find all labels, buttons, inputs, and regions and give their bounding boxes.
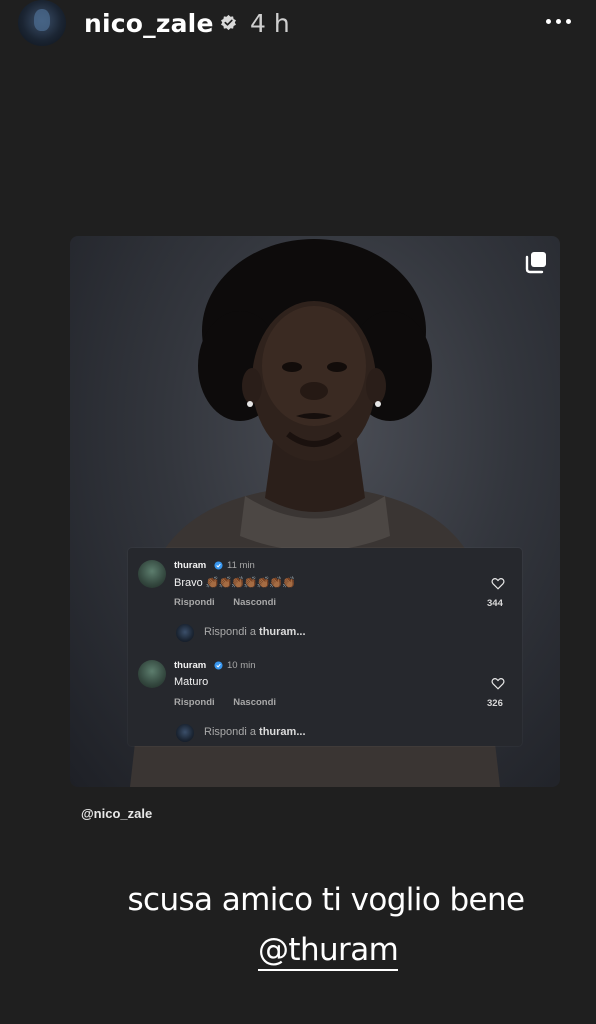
comments-panel: thuram 11 min Bravo 👏🏾👏🏾👏🏾👏🏾👏🏾👏🏾👏🏾 Rispo… [128,548,522,746]
reply-prompt[interactable]: Rispondi a thuram... [176,724,476,744]
reply-button[interactable]: Rispondi [174,697,215,708]
profile-avatar[interactable] [18,0,66,46]
comment-actions: Rispondi Nascondi [174,697,292,708]
story-time: 4 h [250,9,290,38]
comment-username[interactable]: thuram [174,660,206,671]
comment-username[interactable]: thuram [174,560,206,571]
hide-button[interactable]: Nascondi [233,597,276,608]
commenter-avatar[interactable] [138,560,166,588]
verified-badge-icon [214,661,223,670]
reply-prompt-prefix: Rispondi a [204,626,256,638]
comment-text-body: Bravo [174,577,203,589]
carousel-multiple-icon [525,252,546,274]
reply-avatar [176,724,194,742]
story-header: nico_zale 4 h [0,0,596,50]
reply-prompt-user: thuram... [259,726,306,738]
mention-sticker[interactable]: @thuram [258,932,399,971]
comment-actions: Rispondi Nascondi [174,597,292,608]
comment-time: 10 min [227,660,256,671]
comment-item: thuram 11 min Bravo 👏🏾👏🏾👏🏾👏🏾👏🏾👏🏾👏🏾 Rispo… [128,548,522,648]
heart-icon[interactable] [491,677,505,690]
like-count: 326 [487,698,503,709]
comment-text: Bravo 👏🏾👏🏾👏🏾👏🏾👏🏾👏🏾👏🏾 [174,576,296,589]
reply-button[interactable]: Rispondi [174,597,215,608]
story-caption: scusa amico ti voglio bene [127,882,525,918]
reply-prompt-prefix: Rispondi a [204,726,256,738]
hide-button[interactable]: Nascondi [233,697,276,708]
reply-prompt-user: thuram... [259,626,306,638]
verified-badge-icon [221,14,236,31]
comment-emoji: 👏🏾👏🏾👏🏾👏🏾👏🏾👏🏾👏🏾 [205,577,296,589]
more-options-icon[interactable] [546,19,572,27]
comment-item: thuram 10 min Maturo Rispondi Nascondi 3… [128,648,522,748]
like-count: 344 [487,598,503,609]
reply-prompt-text: Rispondi a thuram... [204,626,306,638]
commenter-avatar[interactable] [138,660,166,688]
reply-prompt-text: Rispondi a thuram... [204,726,306,738]
heart-icon[interactable] [491,577,505,590]
comment-text: Maturo [174,676,209,688]
story-username[interactable]: nico_zale [84,9,214,38]
verified-badge-icon [214,561,223,570]
comment-time: 11 min [227,560,255,571]
reply-prompt[interactable]: Rispondi a thuram... [176,624,476,644]
post-author-mention[interactable]: @nico_zale [81,806,152,821]
reply-avatar [176,624,194,642]
